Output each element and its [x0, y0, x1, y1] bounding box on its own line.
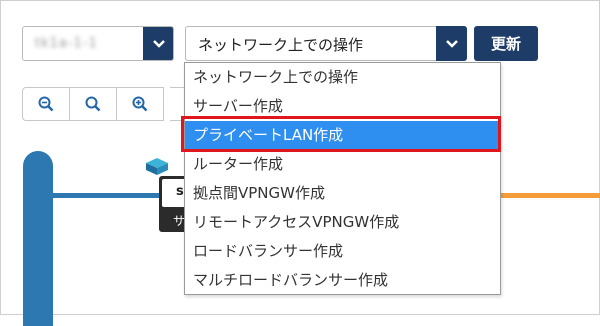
- operation-select-value: ネットワーク上での操作: [198, 36, 364, 54]
- zone-select-value: tk1a-1-1: [35, 36, 98, 51]
- zoom-in-icon: [132, 96, 148, 112]
- menu-item-create-remote-access-vpngw[interactable]: リモートアクセスVPNGW作成: [185, 208, 500, 237]
- zoom-out-icon: [38, 96, 54, 112]
- chevron-down-icon: [445, 39, 458, 48]
- zone-select[interactable]: tk1a-1-1: [22, 26, 174, 61]
- menu-item-create-load-balancer[interactable]: ロードバランサー作成: [185, 237, 500, 266]
- operation-select-toggle[interactable]: [436, 26, 467, 61]
- shared-segment-node[interactable]: [23, 151, 53, 326]
- highlight-callout: [181, 116, 501, 152]
- network-link-orange: [501, 193, 600, 198]
- operation-dropdown-menu: ネットワーク上での操作 サーバー作成 プライベートLAN作成 ルーター作成 拠点…: [184, 62, 501, 295]
- menu-item-create-router[interactable]: ルーター作成: [185, 150, 500, 179]
- menu-item-create-site-vpngw[interactable]: 拠点間VPNGW作成: [185, 179, 500, 208]
- zoom-out-button[interactable]: [22, 87, 70, 121]
- chevron-down-icon: [152, 39, 165, 48]
- reset-zoom-icon: [85, 96, 101, 112]
- server-node-label: s: [176, 184, 184, 199]
- menu-item-create-multi-load-balancer[interactable]: マルチロードバランサー作成: [185, 266, 500, 295]
- zoom-in-button[interactable]: [116, 87, 164, 121]
- zoom-controls: [22, 87, 164, 121]
- update-button[interactable]: 更新: [474, 26, 538, 61]
- server-icon: [146, 158, 168, 175]
- reset-zoom-button[interactable]: [69, 87, 117, 121]
- zone-select-toggle[interactable]: [143, 27, 173, 60]
- network-link: [53, 193, 163, 198]
- operation-select[interactable]: ネットワーク上での操作: [185, 26, 467, 61]
- menu-item-network-operation[interactable]: ネットワーク上での操作: [185, 63, 500, 92]
